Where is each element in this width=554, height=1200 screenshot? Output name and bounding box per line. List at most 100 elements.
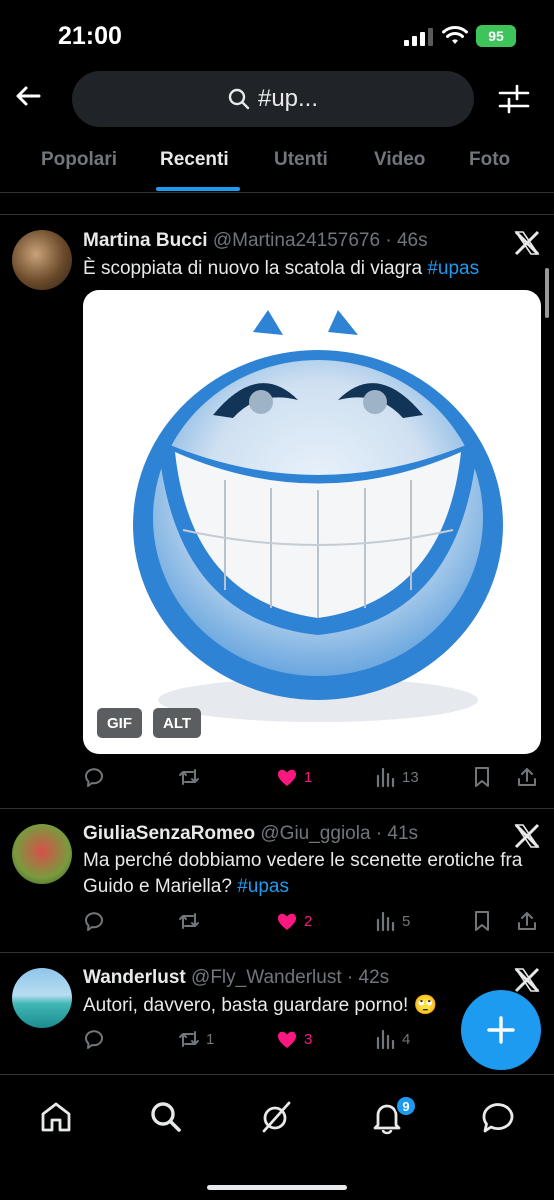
views-count: 4	[402, 1030, 411, 1048]
like-button[interactable]: 3	[276, 1026, 312, 1052]
views-bar-chart-icon	[376, 767, 395, 788]
messages-icon[interactable]	[480, 1099, 516, 1135]
laughing-emoji-image	[133, 310, 503, 722]
tweet-text: È scoppiata di nuovo la scatola di viagr…	[83, 256, 533, 282]
x-logo-icon	[514, 967, 540, 993]
retweet-button[interactable]: 1	[178, 1026, 214, 1052]
author-handle[interactable]: @Giu_ggiola	[260, 823, 370, 844]
notification-count: 9	[402, 1098, 410, 1114]
views-bar-chart-icon	[376, 911, 395, 932]
author-name[interactable]: GiuliaSenzaRomeo	[83, 823, 255, 844]
bookmark-icon	[475, 911, 489, 931]
battery-level: 95	[488, 28, 504, 44]
author-name[interactable]: Wanderlust	[83, 967, 186, 988]
retweet-count: 1	[206, 1030, 215, 1048]
search-bar[interactable]: #up...	[72, 71, 474, 127]
cellular-signal-icon	[404, 28, 433, 46]
views-count: 5	[402, 912, 411, 930]
grok-icon[interactable]	[258, 1099, 294, 1135]
author-handle[interactable]: @Martina24157676	[213, 230, 380, 251]
tweet-actions: 2 5	[83, 908, 543, 934]
bookmark-icon	[475, 767, 489, 787]
search-query: #up...	[257, 85, 319, 112]
hashtag-link[interactable]: #upas	[237, 876, 289, 897]
heart-filled-icon	[277, 913, 297, 930]
views-bar-chart-icon	[376, 1029, 395, 1050]
tab-recenti[interactable]: Recenti	[160, 149, 229, 171]
tab-foto[interactable]: Foto	[469, 149, 510, 171]
x-logo-icon	[514, 823, 540, 849]
status-time: 21:00	[58, 22, 122, 50]
share-icon	[518, 912, 536, 930]
hashtag-link[interactable]: #upas	[427, 258, 479, 279]
reply-icon	[85, 912, 103, 931]
tweet-divider	[0, 952, 554, 953]
active-tab-indicator	[156, 187, 240, 191]
like-button[interactable]: 1	[276, 764, 312, 790]
views-button[interactable]: 13	[374, 764, 419, 790]
tweet-time: · 42s	[346, 967, 390, 988]
retweet-button[interactable]	[178, 908, 200, 934]
author-handle[interactable]: @Fly_Wanderlust	[191, 967, 342, 988]
like-button[interactable]: 2	[276, 908, 312, 934]
retweet-icon	[179, 769, 199, 785]
retweet-icon	[179, 913, 199, 929]
tweet-divider	[0, 808, 554, 809]
home-icon[interactable]	[38, 1099, 74, 1135]
search-tabs: Popolari Recenti Utenti Video Foto	[0, 140, 554, 192]
gif-badge[interactable]: GIF	[97, 708, 142, 738]
tweet-media-gif[interactable]: GIF ALT	[83, 290, 541, 754]
reply-button[interactable]	[83, 1026, 105, 1052]
avatar[interactable]	[12, 824, 72, 884]
views-button[interactable]: 4	[374, 1026, 410, 1052]
scrollbar[interactable]	[545, 268, 549, 318]
tab-popolari[interactable]: Popolari	[41, 149, 117, 171]
share-button[interactable]	[516, 764, 538, 790]
tweet-actions: 1 13	[83, 764, 543, 790]
retweet-button[interactable]	[178, 764, 200, 790]
tweet-time: · 41s	[375, 823, 419, 844]
like-count: 3	[304, 1030, 313, 1048]
like-count: 2	[304, 912, 313, 930]
status-bar: 21:00 95	[0, 0, 554, 70]
tweet-header: Martina Bucci @Martina24157676 · 46s	[83, 230, 428, 252]
tweet-header: Wanderlust @Fly_Wanderlust · 42s	[83, 967, 389, 989]
notification-count-badge: 9	[395, 1095, 417, 1117]
views-count: 13	[402, 768, 419, 786]
author-name[interactable]: Martina Bucci	[83, 230, 208, 251]
tweet-time: · 46s	[385, 230, 428, 251]
back-arrow-icon[interactable]	[12, 80, 44, 112]
reply-button[interactable]	[83, 908, 105, 934]
avatar[interactable]	[12, 230, 72, 290]
tab-utenti[interactable]: Utenti	[274, 149, 328, 171]
wifi-icon	[442, 26, 468, 44]
tweet-header: GiuliaSenzaRomeo @Giu_ggiola · 41s	[83, 823, 418, 845]
bottom-navigation: 9	[0, 1074, 554, 1200]
reply-icon	[85, 1030, 103, 1049]
tweet-text: Ma perché dobbiamo vedere le scenette er…	[83, 848, 533, 900]
search-icon[interactable]	[148, 1099, 184, 1135]
filters-icon[interactable]	[497, 82, 531, 116]
tweet-body: Autori, davvero, basta guardare porno! 🙄	[83, 995, 438, 1016]
reply-button[interactable]	[83, 764, 105, 790]
x-logo-icon	[514, 230, 540, 256]
home-indicator	[207, 1185, 347, 1190]
tweet-divider	[0, 214, 554, 215]
share-button[interactable]	[516, 908, 538, 934]
heart-filled-icon	[277, 769, 297, 786]
share-icon	[518, 768, 536, 786]
tab-video[interactable]: Video	[374, 149, 425, 171]
reply-icon	[85, 768, 103, 787]
alt-badge[interactable]: ALT	[153, 708, 202, 738]
bookmark-button[interactable]	[471, 764, 493, 790]
avatar[interactable]	[12, 968, 72, 1028]
retweet-icon	[179, 1031, 199, 1047]
bookmark-button[interactable]	[471, 908, 493, 934]
tabs-divider	[0, 192, 554, 193]
compose-post-button[interactable]	[461, 990, 541, 1070]
battery-indicator: 95	[476, 25, 516, 47]
views-button[interactable]: 5	[374, 908, 410, 934]
plus-icon	[487, 1016, 515, 1044]
heart-filled-icon	[277, 1031, 297, 1048]
tweet-body: Ma perché dobbiamo vedere le scenette er…	[83, 850, 523, 897]
